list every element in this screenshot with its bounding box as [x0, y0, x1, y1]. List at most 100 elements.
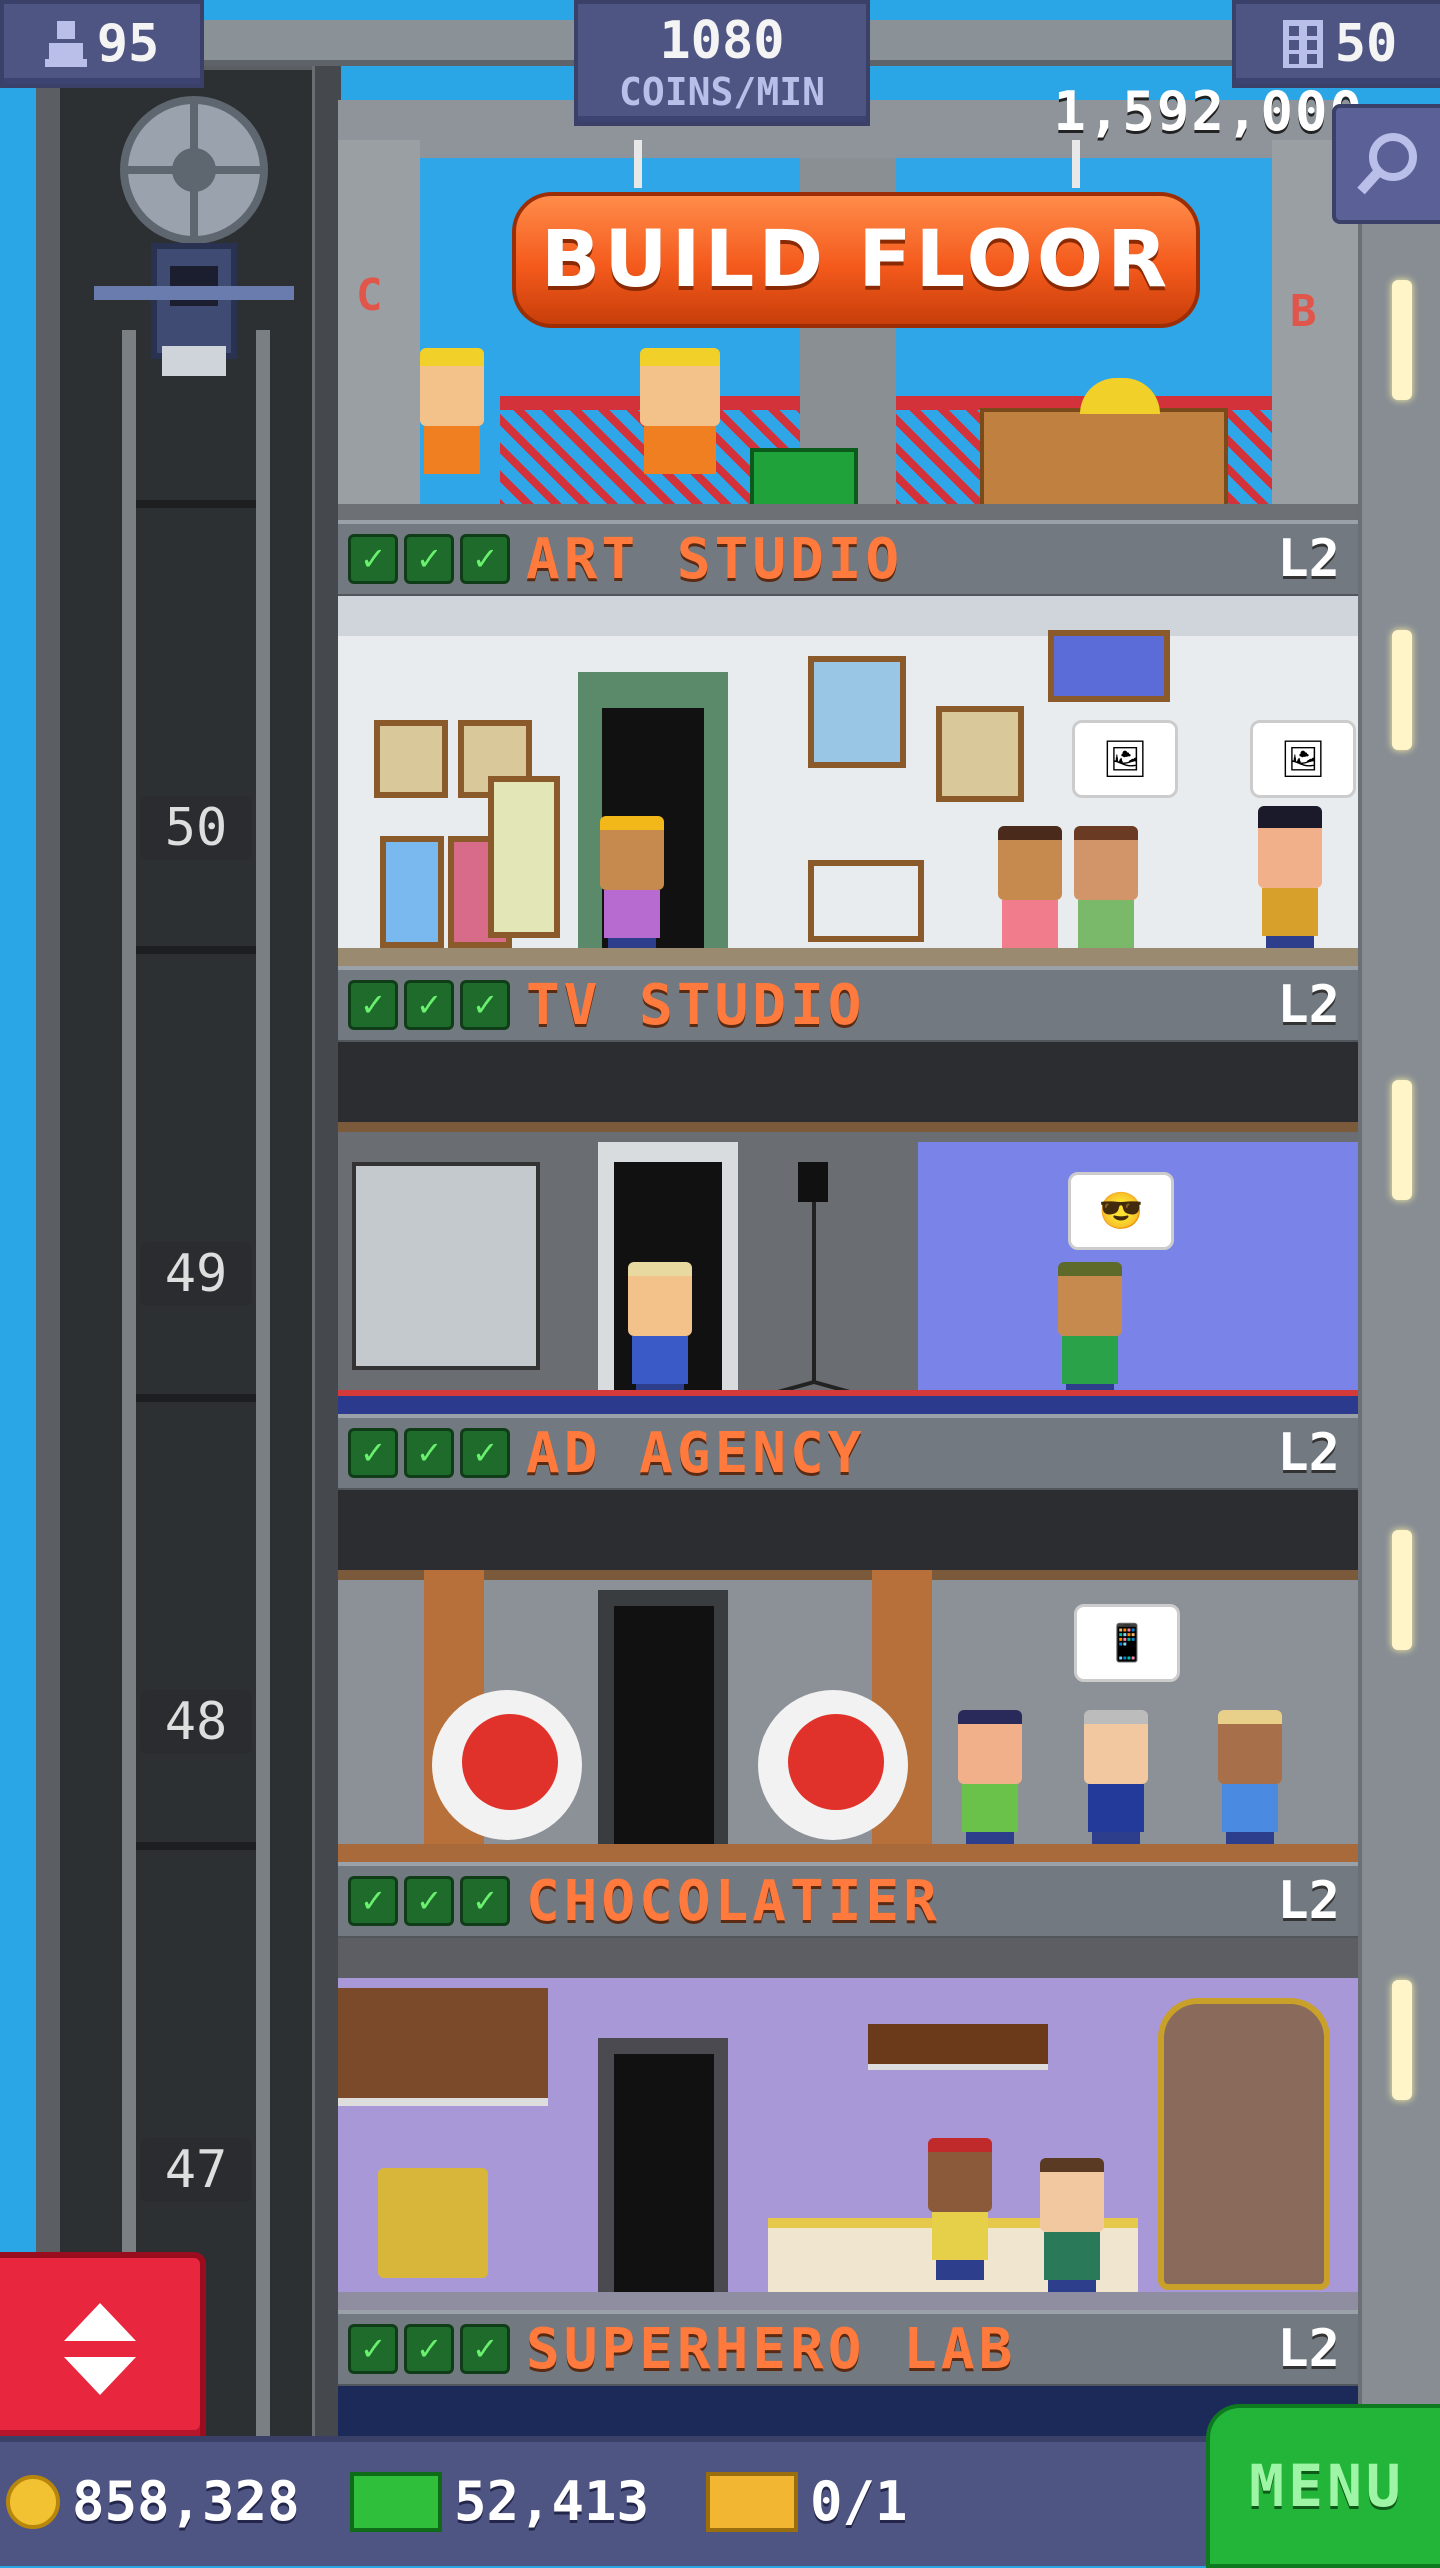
check-icon: ✓	[348, 534, 398, 584]
coins-value: 858,328	[72, 2470, 300, 2533]
check-icon: ✓	[460, 1428, 510, 1478]
resident[interactable]	[1084, 1710, 1148, 1852]
resident[interactable]	[958, 1710, 1022, 1852]
thought-bubble[interactable]: 🖼	[1250, 720, 1356, 798]
zoom-button[interactable]	[1332, 104, 1440, 224]
floor-label-ad-agency[interactable]: ✓ ✓ ✓ AD AGENCY L2	[338, 1414, 1358, 1494]
hardhat-icon	[1080, 378, 1160, 414]
room-ad-agency[interactable]: 📱	[338, 1490, 1358, 1862]
construction-frame-left	[338, 140, 420, 512]
shaft-rail	[312, 60, 341, 2460]
floor-name: TV STUDIO	[526, 972, 866, 1038]
floor-name: ART STUDIO	[526, 526, 904, 592]
build-floor-button[interactable]: BUILD FLOOR	[512, 192, 1200, 328]
room-door	[614, 2054, 714, 2300]
egg-chair-icon	[432, 1690, 582, 1840]
check-icon: ✓	[404, 1876, 454, 1926]
tower-bux-icon	[350, 2471, 442, 2532]
coins-per-minute-panel[interactable]: 1080 COINS/MIN	[574, 0, 870, 126]
floor-number-50: 50	[140, 796, 252, 860]
room-chocolatier[interactable]	[338, 1938, 1358, 2310]
room-tv-studio[interactable]: 😎	[338, 1042, 1358, 1414]
painting-icon	[1048, 630, 1170, 702]
elevator-cable-right	[256, 330, 270, 2480]
resident[interactable]	[1074, 826, 1138, 966]
resident[interactable]	[998, 826, 1062, 966]
bux-display[interactable]: 52,413	[350, 2470, 649, 2533]
wall-light	[1392, 1530, 1412, 1650]
shaft-divider	[136, 500, 256, 508]
tickets-value: 0/1	[810, 2470, 908, 2533]
check-icon: ✓	[460, 534, 510, 584]
chocolate-shelf-icon	[338, 1988, 548, 2106]
menu-button[interactable]: MENU	[1206, 2404, 1440, 2568]
floor-number-49: 49	[140, 1242, 252, 1306]
resident[interactable]	[1040, 2158, 1104, 2300]
floor-level: L2	[1277, 529, 1340, 589]
vip-ticket-icon	[706, 2471, 798, 2532]
check-icon: ✓	[348, 1876, 398, 1926]
construction-worker[interactable]	[640, 348, 720, 474]
floor-name: AD AGENCY	[526, 1420, 866, 1486]
check-icon: ✓	[404, 980, 454, 1030]
tickets-display[interactable]: 0/1	[706, 2470, 908, 2533]
floor-number-47: 47	[140, 2138, 252, 2202]
resident[interactable]	[1058, 1262, 1122, 1404]
building-grid-icon	[1282, 20, 1323, 68]
wall-light	[1392, 1080, 1412, 1200]
population-value: 95	[96, 14, 160, 74]
coins-per-minute-value: 1080	[659, 11, 785, 71]
thought-bubble[interactable]: 📱	[1074, 1604, 1180, 1682]
tower-value-balance: 1,592,000	[1053, 80, 1364, 143]
floor-label-superhero-lab[interactable]: ✓ ✓ ✓ SUPERHERO LAB L2	[338, 2310, 1358, 2390]
elevator-pulley-icon	[94, 96, 294, 376]
construction-floor	[338, 504, 1358, 520]
population-counter[interactable]: 95	[0, 0, 204, 88]
resident[interactable]	[928, 2138, 992, 2280]
shaft-divider	[136, 1394, 256, 1402]
resident[interactable]	[600, 816, 664, 958]
room-superhero-lab[interactable]	[338, 2386, 1358, 2436]
painting-icon	[374, 720, 448, 798]
check-icon: ✓	[348, 1428, 398, 1478]
check-icon: ✓	[460, 980, 510, 1030]
floor-count-counter[interactable]: 50	[1232, 0, 1440, 88]
floor-label-tv-studio[interactable]: ✓ ✓ ✓ TV STUDIO L2	[338, 966, 1358, 1046]
resident[interactable]	[1218, 1710, 1282, 1852]
sign-hanger	[1072, 140, 1080, 188]
coins-display[interactable]: 858,328	[6, 2470, 300, 2533]
floor-level: L2	[1277, 2319, 1340, 2379]
floor-level: L2	[1277, 975, 1340, 1035]
resident[interactable]	[1258, 806, 1322, 956]
floor-label-chocolatier[interactable]: ✓ ✓ ✓ CHOCOLATIER L2	[338, 1862, 1358, 1942]
check-icon: ✓	[404, 2324, 454, 2374]
resident[interactable]	[628, 1262, 692, 1404]
up-down-arrows-icon	[64, 2303, 136, 2395]
floor-checks: ✓ ✓ ✓	[348, 1876, 510, 1926]
elevator-button[interactable]	[0, 2252, 206, 2446]
column-letter-left: C	[356, 270, 383, 321]
floor-checks: ✓ ✓ ✓	[348, 534, 510, 584]
floor-count-value: 50	[1334, 14, 1398, 74]
check-icon: ✓	[404, 1428, 454, 1478]
control-panel-icon	[352, 1162, 540, 1370]
egg-chair-icon	[758, 1690, 908, 1840]
wall-light	[1392, 1980, 1412, 2100]
floor-name: SUPERHERO LAB	[526, 2316, 1017, 2382]
elevator-car[interactable]	[94, 96, 294, 386]
floor-name: CHOCOLATIER	[526, 1868, 941, 1934]
thought-bubble[interactable]: 😎	[1068, 1172, 1174, 1250]
floor-level: L2	[1277, 1871, 1340, 1931]
painting-icon	[808, 656, 906, 768]
wall-light	[1392, 280, 1412, 400]
floor-level: L2	[1277, 1423, 1340, 1483]
floor-label-art-studio[interactable]: ✓ ✓ ✓ ART STUDIO L2	[338, 520, 1358, 600]
floor-checks: ✓ ✓ ✓	[348, 980, 510, 1030]
room-art-studio[interactable]: 🖼 🖼	[338, 596, 1358, 966]
wooden-crates-icon	[980, 408, 1228, 518]
check-icon: ✓	[348, 2324, 398, 2374]
coins-per-minute-unit: COINS/MIN	[619, 70, 825, 114]
thought-bubble[interactable]: 🖼	[1072, 720, 1178, 798]
construction-worker[interactable]	[420, 348, 484, 474]
floor-number-48: 48	[140, 1690, 252, 1754]
